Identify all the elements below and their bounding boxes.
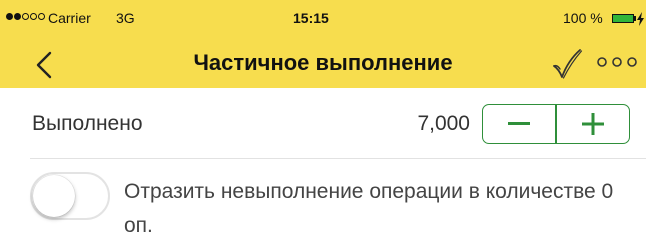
non-completion-toggle[interactable] bbox=[30, 172, 110, 220]
completed-label: Выполнено bbox=[32, 112, 143, 135]
signal-strength-icon bbox=[6, 13, 45, 20]
chevron-left-icon bbox=[36, 51, 52, 79]
completed-value: 7,000 bbox=[417, 112, 470, 135]
signal-dot bbox=[6, 13, 13, 20]
more-button[interactable] bbox=[596, 52, 638, 72]
battery-percent-label: 100 % bbox=[563, 10, 603, 26]
completed-row: Выполнено 7,000 bbox=[0, 88, 646, 160]
plus-icon bbox=[581, 113, 604, 135]
signal-dot bbox=[30, 13, 37, 20]
non-completion-label: Отразить невыполнение операции в количес… bbox=[124, 180, 614, 237]
status-time: 15:15 bbox=[293, 10, 329, 26]
battery-level-fill bbox=[613, 15, 633, 22]
navigation-bar: Частичное выполнение bbox=[0, 40, 646, 88]
quantity-stepper bbox=[482, 104, 630, 144]
charging-bolt-icon bbox=[637, 12, 644, 26]
more-dots-icon bbox=[597, 57, 637, 67]
carrier-label: Carrier bbox=[48, 10, 91, 26]
confirm-button[interactable] bbox=[548, 46, 584, 82]
signal-dot bbox=[22, 13, 29, 20]
toggle-knob bbox=[33, 175, 75, 217]
decrement-button[interactable] bbox=[483, 105, 555, 143]
status-bar: Carrier 3G 15:15 100 % bbox=[0, 0, 646, 40]
row-separator bbox=[30, 158, 646, 159]
signal-dot bbox=[38, 13, 45, 20]
back-button[interactable] bbox=[30, 48, 60, 82]
checkmark-icon bbox=[553, 49, 583, 79]
non-completion-row: Отразить невыполнение операции в количес… bbox=[0, 160, 646, 246]
minus-icon bbox=[508, 122, 531, 125]
battery-icon bbox=[612, 14, 634, 23]
network-type-label: 3G bbox=[116, 10, 135, 26]
screen: Carrier 3G 15:15 100 % Частичное выполне… bbox=[0, 0, 646, 246]
signal-dot bbox=[14, 13, 21, 20]
increment-button[interactable] bbox=[557, 105, 629, 143]
